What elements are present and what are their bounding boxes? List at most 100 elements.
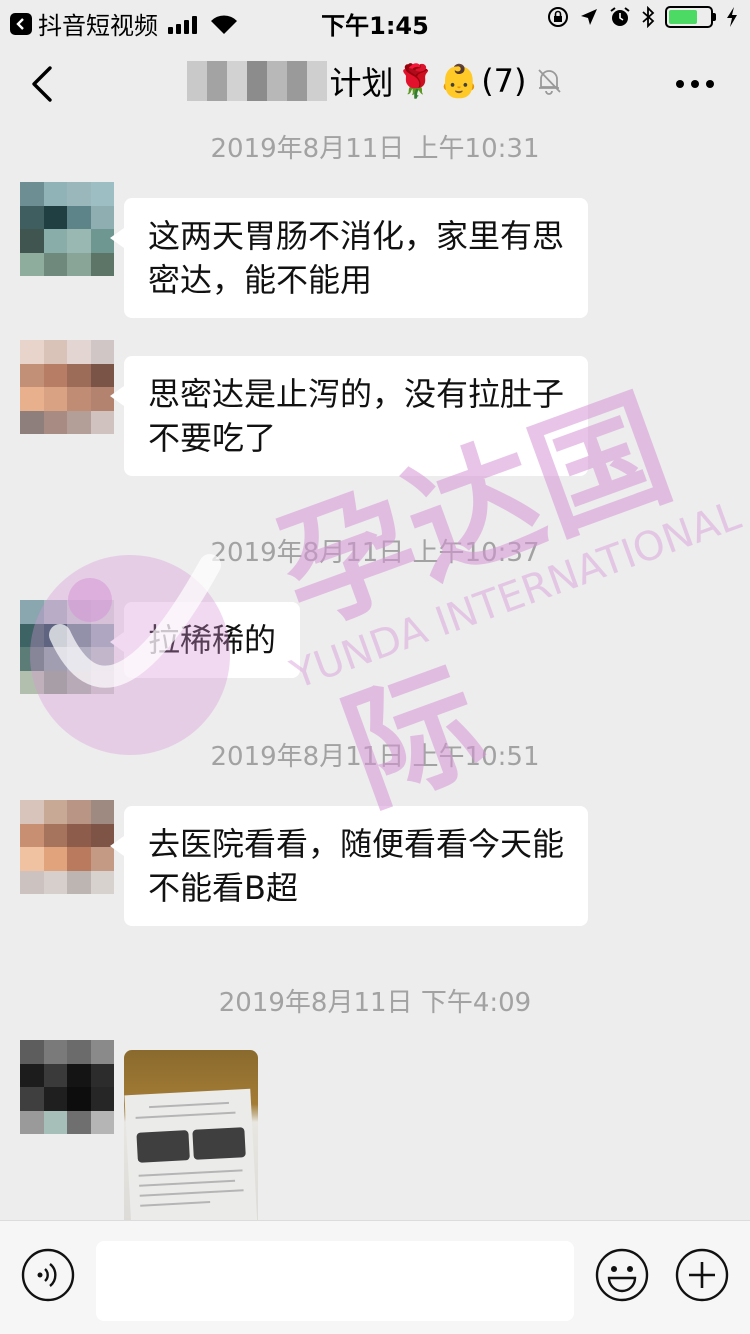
mosaic-block [207, 61, 228, 101]
avatar-pixel [20, 870, 44, 894]
avatar-pixel [20, 340, 44, 364]
avatar-pixel [43, 182, 67, 206]
avatar-pixel [20, 670, 44, 694]
sender-avatar[interactable] [20, 182, 114, 276]
message-timestamp: 2019年8月11日 上午10:37 [210, 538, 540, 568]
message-bubble[interactable]: 拉稀稀的 [109, 602, 301, 678]
message-input[interactable] [96, 1241, 574, 1321]
avatar-pixel [67, 387, 91, 411]
message-line: 思密达是止泻的，没有拉肚子 [148, 375, 565, 413]
avatar-pixel [20, 1110, 44, 1134]
message-timestamp: 2019年8月11日 上午10:51 [210, 742, 540, 772]
avatar-pixel [20, 182, 44, 206]
avatar-pixel [90, 670, 114, 694]
avatar-pixel [20, 847, 44, 871]
avatar-pixel [67, 870, 91, 894]
mosaic-block [247, 61, 268, 101]
sender-avatar[interactable] [20, 340, 114, 434]
avatar-pixel [90, 340, 114, 364]
input-bar [0, 1220, 750, 1334]
avatar-pixel [20, 1063, 44, 1087]
mosaic-block [187, 61, 208, 101]
avatar-pixel [43, 1063, 67, 1087]
message-timestamp: 2019年8月11日 上午10:31 [210, 134, 540, 164]
avatar-pixel [43, 205, 67, 229]
avatar-pixel [20, 363, 44, 387]
avatar-pixel [43, 229, 67, 253]
report-paper [124, 1088, 258, 1220]
avatar-pixel [90, 1087, 114, 1111]
avatar-pixel [20, 647, 44, 671]
avatar-pixel [67, 847, 91, 871]
avatar-pixel [43, 252, 67, 276]
avatar-pixel [67, 647, 91, 671]
avatar-pixel [43, 647, 67, 671]
avatar-pixel [43, 670, 67, 694]
avatar-pixel [67, 623, 91, 647]
avatar-pixel [67, 252, 91, 276]
avatar-pixel [67, 1040, 91, 1064]
avatar-pixel [90, 1063, 114, 1087]
avatar-pixel [20, 623, 44, 647]
avatar-pixel [67, 340, 91, 364]
voice-input-icon[interactable] [20, 1247, 76, 1303]
avatar-pixel [20, 1087, 44, 1111]
avatar-pixel [20, 387, 44, 411]
avatar-pixel [67, 1087, 91, 1111]
avatar-pixel [90, 182, 114, 206]
blurred-group-name [187, 61, 328, 101]
message-line: 这两天胃肠不消化，家里有思 [148, 217, 565, 255]
message-bubble[interactable]: 这两天胃肠不消化，家里有思 密达，能不能用 [109, 198, 589, 318]
message-bubble[interactable]: 去医院看看，随便看看今天能 不能看B超 [109, 806, 589, 926]
mosaic-block [267, 61, 288, 101]
status-bar: 抖音短视频 下午1:45 [0, 0, 750, 40]
mosaic-block [227, 61, 248, 101]
avatar-pixel [43, 1040, 67, 1064]
more-functions-plus-icon[interactable] [674, 1247, 730, 1303]
avatar-pixel [90, 800, 114, 824]
avatar-pixel [43, 1087, 67, 1111]
avatar-pixel [43, 363, 67, 387]
battery-icon [665, 6, 716, 28]
avatar-pixel [20, 800, 44, 824]
avatar-pixel [43, 800, 67, 824]
avatar-pixel [20, 823, 44, 847]
location-icon [581, 9, 597, 25]
message-list[interactable]: 2019年8月11日 上午10:31 这两天胃肠不消化，家里有思 密达，能不能用… [0, 128, 750, 1220]
avatar-pixel [67, 410, 91, 434]
mute-bell-icon [537, 69, 561, 95]
avatar-pixel [43, 823, 67, 847]
message-timestamp: 2019年8月11日 下午4:09 [218, 988, 532, 1018]
member-count: (7) [481, 62, 527, 100]
avatar-pixel [90, 600, 114, 624]
sender-avatar[interactable] [20, 600, 114, 694]
mosaic-block [287, 61, 308, 101]
message-line: 去医院看看，随便看看今天能 [148, 825, 565, 863]
more-options-icon[interactable] [676, 80, 714, 88]
message-line: 不能看B超 [148, 869, 298, 907]
avatar-pixel [90, 1110, 114, 1134]
avatar-pixel [90, 205, 114, 229]
avatar-pixel [20, 410, 44, 434]
avatar-pixel [43, 847, 67, 871]
ultrasound-scan [192, 1127, 246, 1160]
avatar-pixel [43, 870, 67, 894]
sender-avatar[interactable] [20, 1040, 114, 1134]
avatar-pixel [67, 1063, 91, 1087]
status-right [547, 6, 738, 28]
avatar-pixel [67, 1110, 91, 1134]
avatar-pixel [43, 600, 67, 624]
avatar-pixel [67, 363, 91, 387]
rose-emoji-icon: 🌹 [395, 62, 436, 100]
avatar-pixel [43, 340, 67, 364]
charging-bolt-icon [727, 7, 737, 27]
image-message[interactable] [124, 1050, 258, 1220]
message-bubble[interactable]: 思密达是止泻的，没有拉肚子 不要吃了 [109, 356, 589, 476]
emoji-icon[interactable] [594, 1247, 650, 1303]
sender-avatar[interactable] [20, 800, 114, 894]
avatar-pixel [20, 229, 44, 253]
avatar-pixel [67, 205, 91, 229]
avatar-pixel [20, 252, 44, 276]
avatar-pixel [67, 600, 91, 624]
avatar-pixel [43, 623, 67, 647]
